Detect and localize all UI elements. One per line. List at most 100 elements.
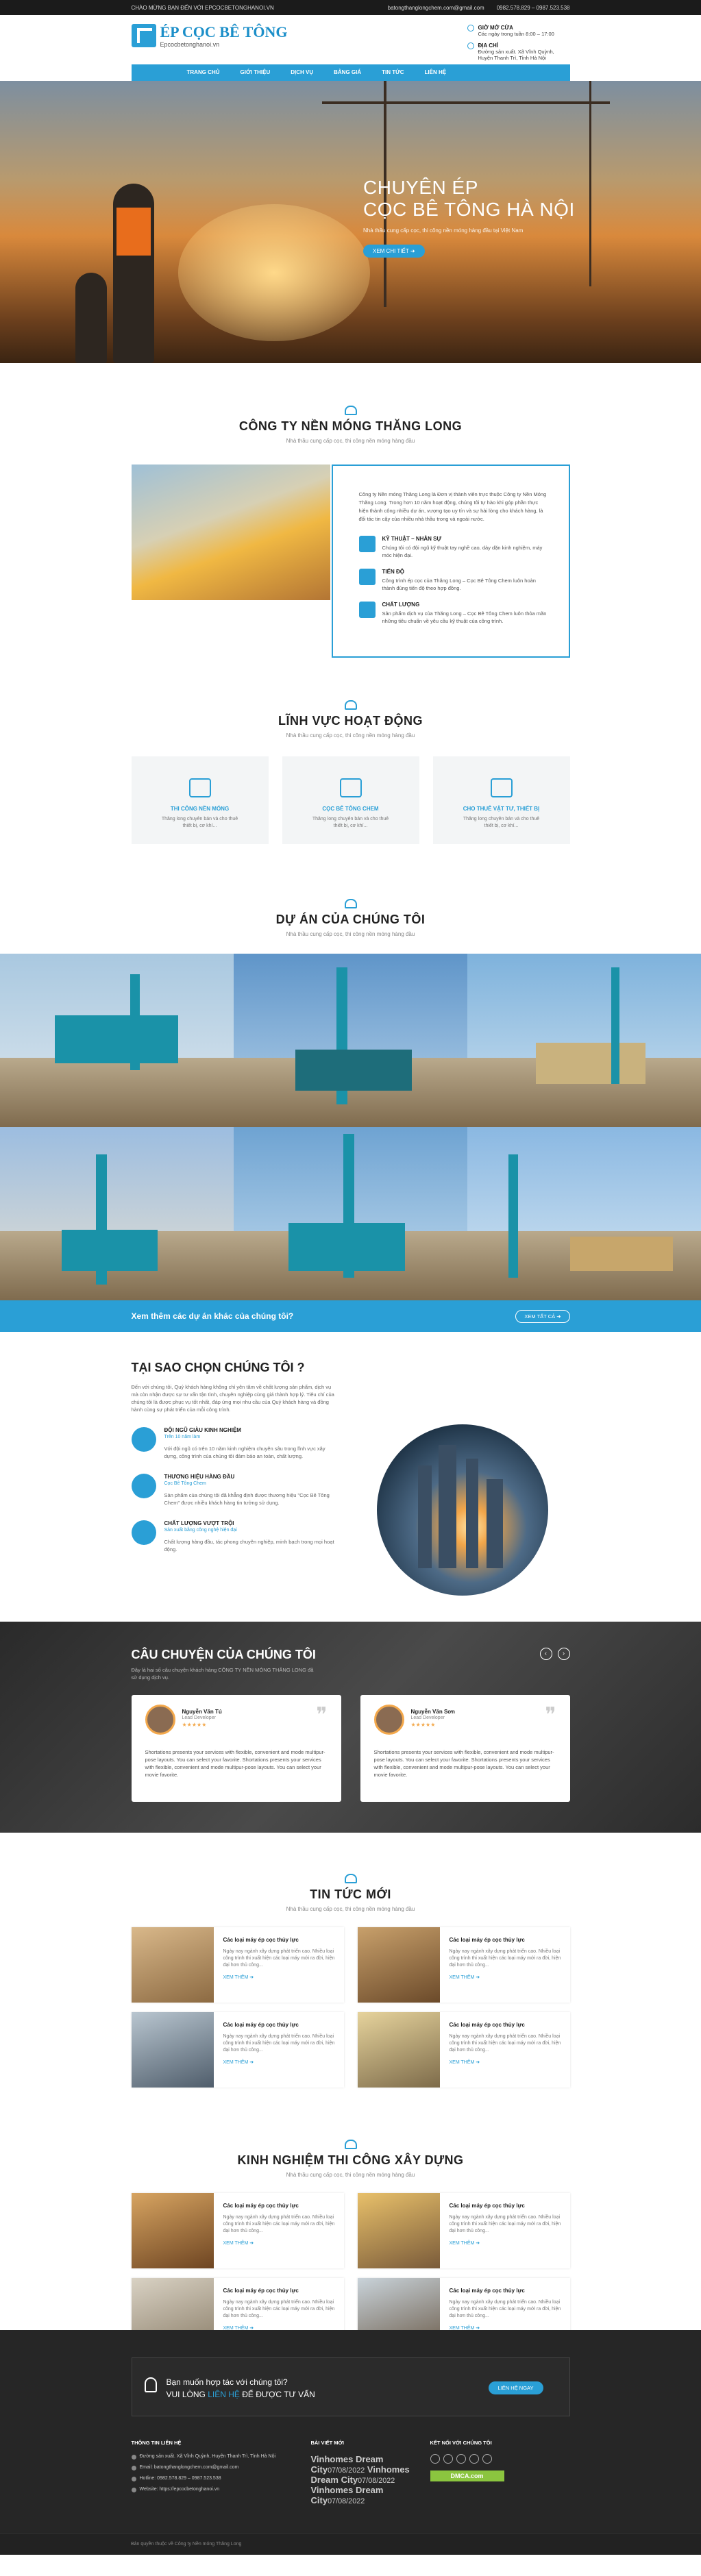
news-item-title[interactable]: Các loại máy ép cọc thủy lực xyxy=(450,2022,563,2028)
experience-item-title[interactable]: Các loại máy ép cọc thủy lực xyxy=(450,2203,563,2209)
experience-item[interactable]: Các loại máy ép cọc thủy lực Ngày nay ngà… xyxy=(357,2193,570,2268)
footer-hotline[interactable]: Hotline: 0982.578.829 – 0987.523.538 xyxy=(140,2476,221,2481)
facebook-icon[interactable] xyxy=(430,2454,440,2464)
news-item-text: Ngày nay ngành xây dựng phát triển cao. … xyxy=(449,2034,561,2053)
news-item[interactable]: Các loại máy ép cọc thủy lực Ngày nay ngà… xyxy=(131,2012,344,2088)
nav-services[interactable]: DỊCH VỤ xyxy=(280,64,323,81)
linkedin-icon[interactable] xyxy=(482,2454,492,2464)
award-icon xyxy=(131,1474,156,1498)
hero-detail-button[interactable]: XEM CHI TIẾT ➜ xyxy=(363,245,425,258)
field-card-title: CHO THUÊ VẬT TƯ, THIẾT BỊ xyxy=(463,806,540,812)
experience-item-title[interactable]: Các loại máy ép cọc thủy lực xyxy=(223,2288,337,2294)
topbar-email[interactable]: batongthanglongchem.com@gmail.com xyxy=(388,5,484,11)
read-more-link[interactable]: XEM THÊM ➜ xyxy=(223,1974,337,1980)
read-more-link[interactable]: XEM THÊM ➜ xyxy=(450,2240,563,2246)
feature-text: Sản phẩm dịch vụ của Thăng Long – Cọc Bê… xyxy=(382,610,547,624)
address-text: Đường sản xuất. Xã Vĩnh Quỳnh, Huyện Tha… xyxy=(478,49,554,61)
read-more-link[interactable]: XEM THÊM ➜ xyxy=(223,2240,337,2246)
prev-arrow-icon[interactable]: ‹ xyxy=(539,1648,552,1660)
footer-website[interactable]: Website: https://epcocbetonghanoi.vn xyxy=(140,2487,220,2492)
field-card[interactable]: CỌC BÊ TÔNG CHEM Thăng long chuyên bán và… xyxy=(282,756,419,844)
experience-item-title[interactable]: Các loại máy ép cọc thủy lực xyxy=(223,2203,337,2209)
reason-title: CHẤT LƯỢNG VƯỢT TRỘI xyxy=(164,1520,234,1526)
feature-title: TIẾN ĐỘ xyxy=(382,569,404,575)
read-more-link[interactable]: XEM THÊM ➜ xyxy=(223,2059,337,2065)
contact-now-button[interactable]: LIÊN HỆ NGAY xyxy=(488,2381,543,2394)
news-item-text: Ngày nay ngành xây dựng phát triển cao. … xyxy=(223,2034,335,2053)
news-item[interactable]: Các loại máy ép cọc thủy lực Ngày nay ngà… xyxy=(357,2012,570,2088)
nav-home[interactable]: TRANG CHỦ xyxy=(177,64,230,81)
youtube-icon[interactable] xyxy=(456,2454,466,2464)
about-image xyxy=(131,465,330,600)
nav-contact[interactable]: LIÊN HỆ xyxy=(415,64,457,81)
project-photo[interactable] xyxy=(234,1127,467,1300)
fields-title: LĨNH VỰC HOẠT ĐỘNG xyxy=(278,714,423,728)
dmca-badge[interactable]: DMCA.com xyxy=(430,2470,504,2481)
footer-email[interactable]: Email: batongthanglongchem.com@gmail.com xyxy=(140,2465,239,2470)
why-title: TẠI SAO CHỌN CHÚNG TÔI ? xyxy=(131,1361,305,1374)
project-photo[interactable] xyxy=(0,1127,234,1300)
logo-subtitle: Epcocbetonghanoi.vn xyxy=(160,41,220,48)
testimonial-name: Nguyễn Văn Sơn xyxy=(410,1709,455,1715)
read-more-link[interactable]: XEM THÊM ➜ xyxy=(450,1974,563,1980)
testimonials-title: CÂU CHUYỆN CỦA CHÚNG TÔI xyxy=(131,1648,316,1661)
location-icon xyxy=(467,42,474,49)
welcome-text: CHÀO MỪNG BẠN ĐẾN VỚI EPCOCBETONGHANOI.V… xyxy=(131,4,274,11)
helmet-icon xyxy=(344,2140,357,2149)
hero-banner: CHUYÊN ÉP CỌC BÊ TÔNG HÀ NỘI Nhà thầu cun… xyxy=(0,81,701,363)
field-card-text: Thăng long chuyên bán và cho thuê thiết … xyxy=(161,817,238,828)
project-photo[interactable] xyxy=(0,954,234,1127)
why-illustration xyxy=(356,1424,569,1599)
news-thumbnail xyxy=(357,2012,440,2088)
news-item-title[interactable]: Các loại máy ép cọc thủy lực xyxy=(223,1937,337,1943)
topbar-phone[interactable]: 0982.578.829 – 0987.523.538 xyxy=(497,5,570,11)
feature-text: Công trình ép cọc của Thăng Long – Cọc B… xyxy=(382,578,536,591)
reason-tag: Trên 10 năm làm xyxy=(164,1435,201,1439)
quality-icon xyxy=(131,1520,156,1545)
star-rating: ★★★★★ xyxy=(182,1722,207,1728)
hours-title: GIỜ MỞ CỬA xyxy=(478,25,513,31)
footer-social-title: KẾT NỐI VỚI CHÚNG TÔI xyxy=(430,2440,492,2446)
project-photo[interactable] xyxy=(467,954,701,1127)
experience-section: KINH NGHIỆM THI CÔNG XÂY DỰNG Nhà thầu c… xyxy=(0,2108,701,2353)
footer-contact-title: THÔNG TIN LIÊN HỆ xyxy=(131,2440,182,2446)
cta-line-2: VUI LÒNG LIÊN HỆ ĐỂ ĐƯỢC TƯ VẤN xyxy=(167,2390,315,2399)
news-item-title[interactable]: Các loại máy ép cọc thủy lực xyxy=(450,1937,563,1943)
field-card-text: Thăng long chuyên bán và cho thuê thiết … xyxy=(312,817,389,828)
footer-post-date: 07/08/2022 xyxy=(358,2477,395,2485)
news-item-text: Ngày nay ngành xây dựng phát triển cao. … xyxy=(223,1949,335,1968)
nav-news[interactable]: TIN TỨC xyxy=(371,64,414,81)
instagram-icon[interactable] xyxy=(469,2454,479,2464)
site-footer: Bạn muốn hợp tác với chúng tôi? VUI LÒNG… xyxy=(0,2330,701,2555)
next-arrow-icon[interactable]: › xyxy=(557,1648,570,1660)
view-all-button[interactable]: XEM TẤT CẢ ➜ xyxy=(515,1309,570,1323)
projects-title: DỰ ÁN CỦA CHÚNG TÔI xyxy=(275,913,426,926)
nav-about[interactable]: GIỚI THIỆU xyxy=(230,64,281,81)
project-photo[interactable] xyxy=(467,1127,701,1300)
experience-item[interactable]: Các loại máy ép cọc thủy lực Ngày nay ngà… xyxy=(131,2193,344,2268)
news-item-title[interactable]: Các loại máy ép cọc thủy lực xyxy=(223,2022,337,2028)
experience-item-title[interactable]: Các loại máy ép cọc thủy lực xyxy=(450,2288,563,2294)
helmet-icon xyxy=(344,1874,357,1883)
news-title: TIN TỨC MỚI xyxy=(310,1887,391,1901)
news-item[interactable]: Các loại máy ép cọc thủy lực Ngày nay ngà… xyxy=(357,1927,570,2003)
field-card[interactable]: CHO THUÊ VẬT TƯ, THIẾT BỊ Thăng long chuy… xyxy=(432,756,570,844)
fields-section: LĨNH VỰC HOẠT ĐỘNG Nhà thầu cung cấp cọc… xyxy=(0,659,701,855)
news-subtitle: Nhà thầu cung cấp cọc, thi công nền móng… xyxy=(286,1906,415,1912)
twitter-icon[interactable] xyxy=(443,2454,453,2464)
experience-thumbnail xyxy=(131,2193,214,2268)
logo[interactable]: ÉP CỌC BÊ TÔNG Epcocbetonghanoi.vn xyxy=(131,23,288,48)
reason-title: THƯƠNG HIỆU HÀNG ĐẦU xyxy=(164,1474,235,1480)
hero-subtitle: Nhà thầu cung cấp cọc, thi công nền móng… xyxy=(363,227,524,234)
project-photo[interactable] xyxy=(234,954,467,1127)
helmet-icon xyxy=(344,899,357,908)
news-thumbnail xyxy=(357,1927,440,2003)
field-card-title: CỌC BÊ TÔNG CHEM xyxy=(322,806,379,812)
nav-pricing[interactable]: BẢNG GIÁ xyxy=(323,64,371,81)
field-card[interactable]: THI CÔNG NỀN MÓNG Thăng long chuyên bán v… xyxy=(131,756,269,844)
reason-text: Với đội ngũ có trên 10 năm kinh nghiệm c… xyxy=(164,1446,325,1459)
news-item[interactable]: Các loại máy ép cọc thủy lực Ngày nay ngà… xyxy=(131,1927,344,2003)
helmet-icon xyxy=(344,406,357,415)
read-more-link[interactable]: XEM THÊM ➜ xyxy=(450,2059,563,2065)
testimonials-section: CÂU CHUYỆN CỦA CHÚNG TÔI Đây là hai số c… xyxy=(0,1622,701,1833)
